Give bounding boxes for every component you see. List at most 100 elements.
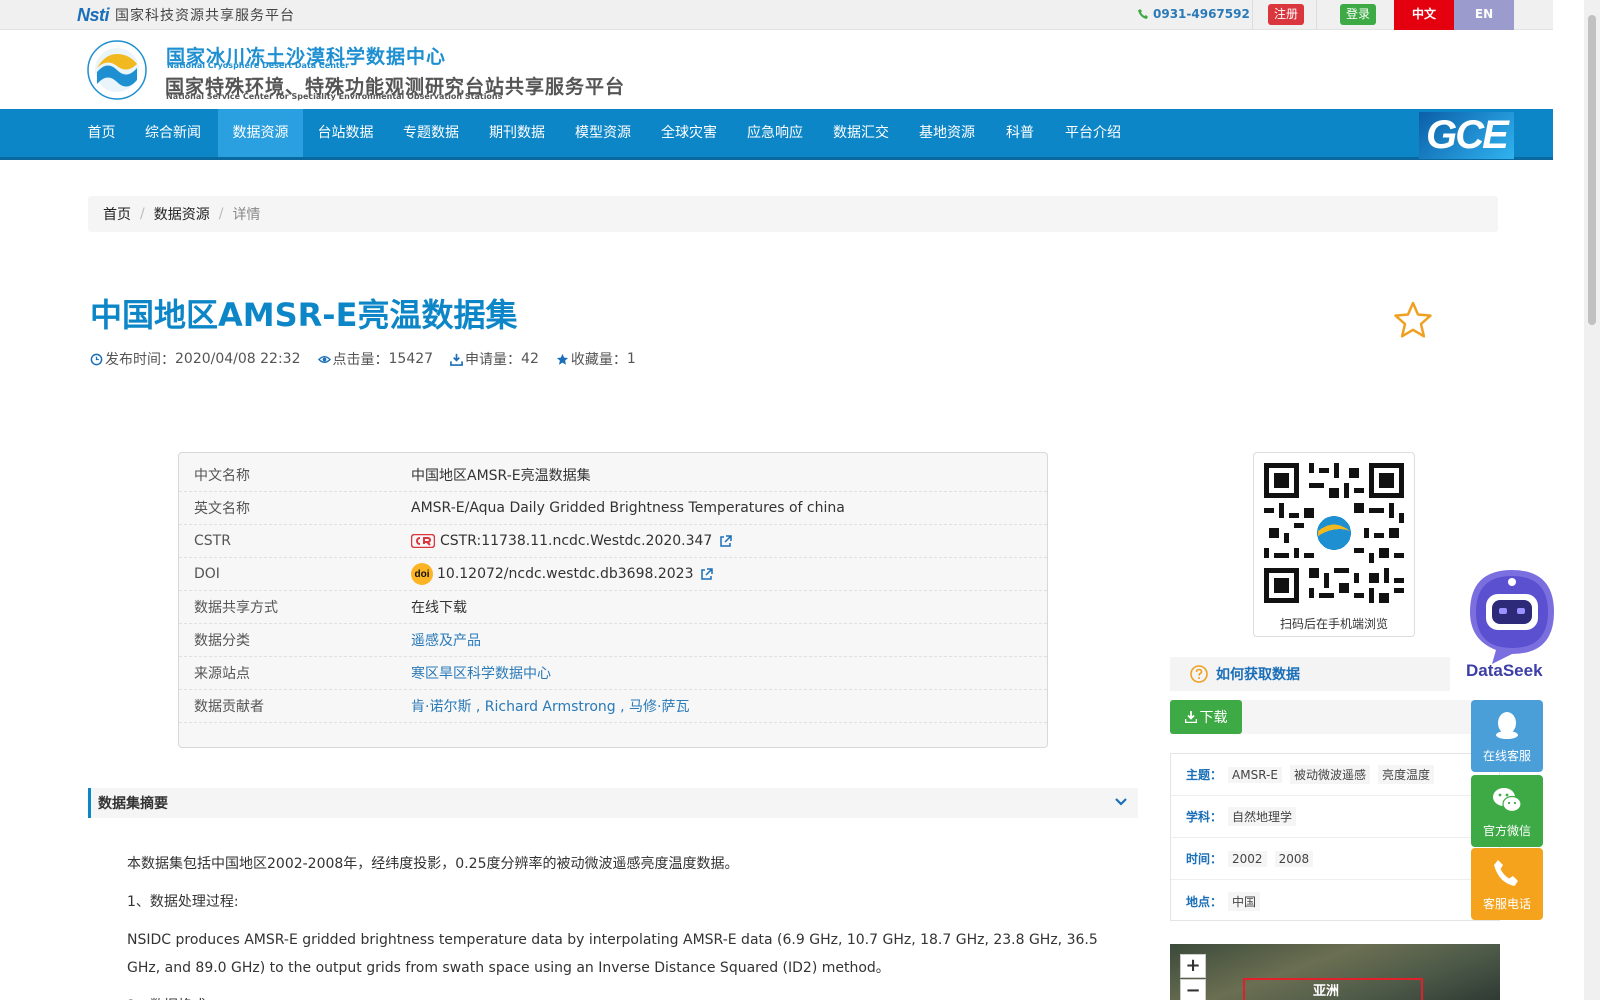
info-key: CSTR: [194, 533, 231, 549]
tag-value[interactable]: AMSR-E: [1228, 766, 1282, 783]
tag-value[interactable]: 2008: [1274, 850, 1314, 867]
favorite-count: 收藏量： 1: [556, 349, 636, 369]
divider: [1316, 0, 1317, 30]
scrollbar-thumb[interactable]: [1588, 15, 1596, 325]
tag-value[interactable]: 亮度温度: [1377, 765, 1434, 784]
nsti-logo-mark: Nsti: [77, 4, 110, 25]
nav-item-news[interactable]: 综合新闻: [133, 109, 213, 157]
view-count: 点击量： 15427: [317, 349, 434, 369]
nav-item-emergency-response[interactable]: 应急响应: [732, 109, 818, 157]
nsti-logo-text: 国家科技资源共享服务平台: [115, 8, 296, 24]
favorite-star-button[interactable]: [1393, 300, 1433, 340]
language-chinese-button[interactable]: 中文: [1394, 0, 1454, 30]
service-phone-button[interactable]: 客服电话: [1471, 848, 1543, 920]
how-to-get-data-title: 如何获取数据: [1216, 667, 1300, 683]
favorite-count-label: 收藏量：: [570, 352, 627, 368]
tag-key: 地点：: [1186, 894, 1223, 909]
phone-icon: [1138, 9, 1148, 19]
tag-value[interactable]: 中国: [1228, 891, 1261, 911]
info-key: 数据共享方式: [194, 600, 278, 616]
nav-item-global-disasters[interactable]: 全球灾害: [646, 109, 732, 157]
request-count: 申请量： 42: [450, 349, 539, 369]
dataset-meta: 发布时间： 2020/04/08 22:32 点击量： 15427 申请量： 42 收…: [90, 349, 653, 369]
abstract-section-header[interactable]: 数据集摘要: [88, 788, 1138, 818]
cstr-value[interactable]: CSTR:11738.11.ncdc.Westdc.2020.347: [440, 533, 712, 549]
contributors-links[interactable]: 肯·诺尔斯 , Richard Armstrong , 马修·萨瓦: [411, 696, 690, 716]
abstract-paragraph: NSIDC produces AMSR-E gridded brightness…: [127, 932, 1098, 976]
info-row-category: 数据分类 遥感及产品: [179, 624, 1047, 657]
info-row-sharing-method: 数据共享方式 在线下载: [179, 591, 1047, 624]
tag-value[interactable]: 2002: [1228, 850, 1267, 867]
qq-icon: [1496, 712, 1518, 739]
map-zoom-out-button[interactable]: −: [1180, 979, 1206, 1000]
breadcrumb-separator: /: [140, 206, 145, 222]
abstract-title: 数据集摘要: [98, 796, 168, 812]
info-row-source-site: 来源站点 寒区旱区科学数据中心: [179, 657, 1047, 690]
doi-value[interactable]: 10.12072/ncdc.westdc.db3698.2023: [437, 566, 693, 582]
breadcrumb-data-resources[interactable]: 数据资源: [154, 204, 210, 224]
external-link-icon[interactable]: [719, 534, 733, 548]
official-wechat-button[interactable]: 官方微信: [1471, 775, 1543, 847]
info-value: AMSR-E/Aqua Daily Gridded Brightness Tem…: [411, 500, 845, 516]
map-zoom-in-button[interactable]: +: [1180, 954, 1206, 978]
nav-item-thematic-data[interactable]: 专题数据: [388, 109, 474, 157]
qr-code-panel: 扫码后在手机端浏览: [1253, 452, 1415, 637]
publish-time-label: 发布时间：: [105, 352, 175, 368]
gce-logo[interactable]: GCE: [1419, 112, 1514, 159]
nav-item-home[interactable]: 首页: [77, 109, 126, 157]
info-row-contributors: 数据贡献者 肯·诺尔斯 , Richard Armstrong , 马修·萨瓦: [179, 690, 1047, 723]
info-value: 中国地区AMSR-E亮温数据集: [411, 468, 591, 484]
category-link[interactable]: 遥感及产品: [411, 630, 481, 650]
download-button[interactable]: 下载: [1170, 700, 1242, 734]
tag-value[interactable]: 自然地理学: [1228, 807, 1297, 826]
tags-topic: 主题： AMSR-E 被动微波遥感 亮度温度: [1171, 754, 1499, 796]
data-center-emblem-icon[interactable]: [87, 40, 147, 100]
question-circle-icon: [1190, 665, 1208, 683]
tag-value[interactable]: 被动微波遥感: [1289, 765, 1370, 784]
request-count-label: 申请量：: [465, 352, 522, 368]
site-subtitle-english: National Service Center for Speciality E…: [166, 92, 503, 101]
nsti-logo[interactable]: Nsti 国家科技资源共享服务平台: [77, 4, 295, 26]
source-site-link[interactable]: 寒区旱区科学数据中心: [411, 663, 551, 683]
info-value: CSTR:11738.11.ncdc.Westdc.2020.347: [411, 533, 733, 549]
dataseek-label[interactable]: DataSeek: [1466, 661, 1543, 681]
official-wechat-label: 官方微信: [1482, 824, 1531, 838]
language-english-button[interactable]: EN: [1454, 0, 1514, 30]
site-title-english: National Cryosphere Desert Data Center: [167, 61, 350, 70]
page-scrollbar[interactable]: [1584, 0, 1600, 1000]
nav-item-base-resources[interactable]: 基地资源: [904, 109, 990, 157]
online-service-label: 在线客服: [1482, 749, 1531, 763]
chevron-down-icon[interactable]: [1114, 795, 1128, 809]
login-button[interactable]: 登录: [1340, 4, 1377, 25]
nav-item-model-resources[interactable]: 模型资源: [560, 109, 646, 157]
main-nav: 首页 综合新闻 数据资源 台站数据 专题数据 期刊数据 模型资源 全球灾害 应急…: [0, 109, 1553, 160]
breadcrumb: 首页 / 数据资源 / 详情: [88, 196, 1498, 232]
nav-item-data-submission[interactable]: 数据汇交: [818, 109, 904, 157]
request-count-value: 42: [521, 351, 539, 367]
clock-icon: [90, 353, 103, 365]
dataset-info-table: 中文名称 中国地区AMSR-E亮温数据集 英文名称 AMSR-E/Aqua Da…: [178, 452, 1048, 748]
nav-item-journal-data[interactable]: 期刊数据: [474, 109, 560, 157]
info-row-english-name: 英文名称 AMSR-E/Aqua Daily Gridded Brightnes…: [179, 492, 1047, 525]
download-icon: [450, 353, 463, 366]
online-service-button[interactable]: 在线客服: [1471, 700, 1543, 772]
tags-discipline: 学科： 自然地理学: [1171, 796, 1499, 838]
view-count-value: 15427: [388, 351, 434, 367]
info-key: 数据贡献者: [194, 699, 264, 715]
nav-item-data-resources[interactable]: 数据资源: [218, 109, 303, 157]
nav-item-station-data[interactable]: 台站数据: [303, 109, 388, 157]
coverage-map[interactable]: + − 亚洲: [1170, 944, 1500, 1000]
register-button[interactable]: 注册: [1268, 4, 1305, 25]
breadcrumb-current: 详情: [232, 207, 261, 223]
nav-item-about-platform[interactable]: 平台介绍: [1050, 109, 1136, 157]
download-icon: [1184, 711, 1197, 723]
view-count-label: 点击量：: [332, 352, 389, 368]
nav-item-science-popularization[interactable]: 科普: [990, 109, 1050, 157]
breadcrumb-home[interactable]: 首页: [103, 204, 131, 224]
top-bar: Nsti 国家科技资源共享服务平台 0931-4967592 注册 登录 中文 …: [0, 0, 1553, 30]
publish-time-value: 2020/04/08 22:32: [175, 351, 301, 367]
info-value: doi 10.12072/ncdc.westdc.db3698.2023: [411, 563, 714, 585]
info-row-cstr: CSTR CSTR:11738.11.ncdc.Westdc.2020.347: [179, 525, 1047, 558]
external-link-icon[interactable]: [700, 567, 714, 581]
phone-icon: [1494, 860, 1518, 886]
